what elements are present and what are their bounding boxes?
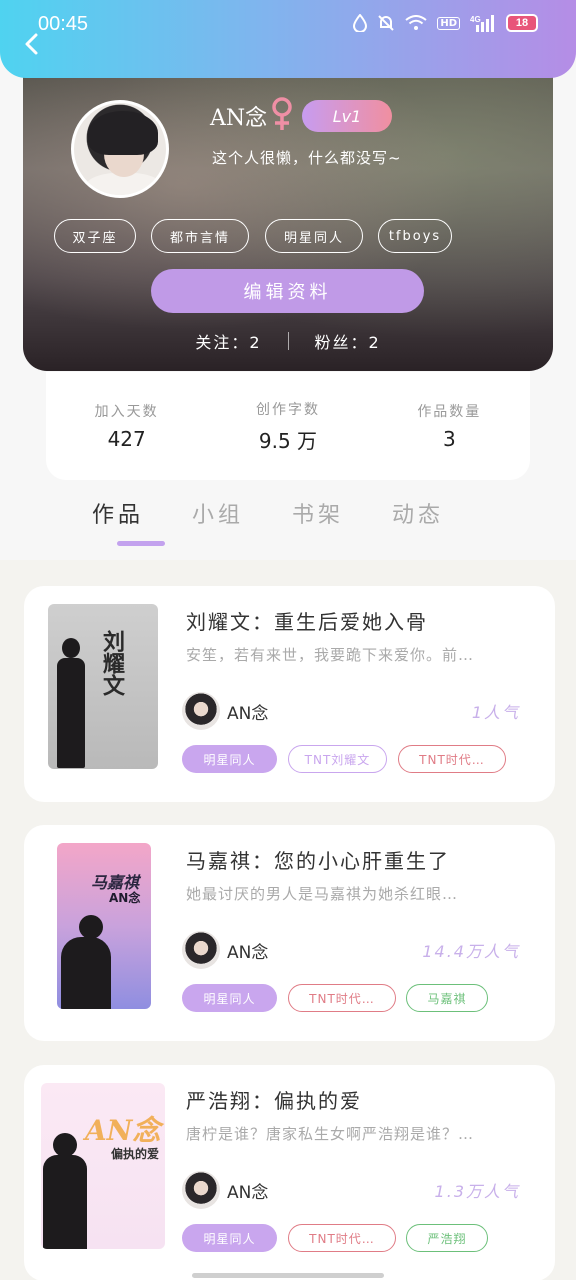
- work-card[interactable]: 刘耀文 刘耀文：重生后爱她入骨 安笙，若有来世，我要跪下来爱你。前… AN念 1…: [24, 586, 555, 802]
- profile-card: AN念 Lv1 这个人很懒，什么都没写~ 双子座 都市言情 明星同人 tfboy…: [23, 60, 553, 371]
- profile-tag[interactable]: 都市言情: [151, 219, 249, 253]
- level-badge: Lv1: [302, 100, 392, 132]
- tab-activity[interactable]: 动态: [392, 497, 442, 547]
- header-bar: 00:45 HD 4G 18: [0, 0, 576, 78]
- work-tag[interactable]: TNT时代…: [398, 745, 506, 773]
- tab-bookshelf[interactable]: 书架: [292, 497, 342, 547]
- follow-stats: 关注：2 粉丝：2: [23, 328, 553, 354]
- work-tag[interactable]: TNT时代…: [288, 984, 396, 1012]
- work-tag[interactable]: 严浩翔: [406, 1224, 488, 1252]
- cover-subtitle: 偏执的爱: [111, 1147, 160, 1161]
- mute-bell-icon: [378, 15, 395, 31]
- work-description: 唐柠是谁？唐家私生女啊严浩翔是谁？…: [186, 1125, 475, 1143]
- work-tag[interactable]: 明星同人: [182, 745, 277, 773]
- signal-label: 4G: [470, 15, 481, 24]
- profile-username: AN念: [210, 106, 268, 131]
- wifi-icon: [405, 15, 427, 30]
- cover-title: AN念: [85, 1114, 161, 1147]
- author-avatar: [182, 1171, 220, 1209]
- profile-tag[interactable]: tfboys: [378, 219, 452, 253]
- work-cover[interactable]: 刘耀文: [48, 604, 158, 769]
- work-tag[interactable]: 明星同人: [182, 1224, 277, 1252]
- female-gender-icon: [272, 97, 292, 130]
- work-card[interactable]: 马嘉祺 AN念 马嘉祺：您的小心肝重生了 她最讨厌的男人是马嘉祺为她杀红眼… A…: [24, 825, 555, 1041]
- work-tag[interactable]: 马嘉祺: [406, 984, 488, 1012]
- edit-profile-button[interactable]: 编辑资料: [151, 269, 424, 313]
- cell-signal-icon: 4G: [470, 15, 494, 32]
- author-avatar: [182, 692, 220, 730]
- profile-avatar[interactable]: [71, 100, 169, 198]
- work-description: 她最讨厌的男人是马嘉祺为她杀红眼…: [186, 885, 459, 903]
- stat-value: 427: [107, 427, 146, 451]
- popularity-count: 14.4万人气: [422, 942, 520, 961]
- content-tabs: 作品 小组 书架 动态: [92, 497, 492, 547]
- author-name: AN念: [227, 943, 269, 963]
- cover-subtitle: AN念: [109, 891, 141, 905]
- profile-tag[interactable]: 明星同人: [265, 219, 363, 253]
- following-count[interactable]: 关注：2: [195, 329, 261, 353]
- followers-count[interactable]: 粉丝：2: [315, 329, 381, 353]
- author-name: AN念: [227, 1183, 269, 1203]
- stat-label: 作品数量: [417, 404, 482, 420]
- work-tag[interactable]: 明星同人: [182, 984, 277, 1012]
- active-tab-indicator: [117, 541, 165, 546]
- stat-join-days: 加入天数 427: [52, 401, 202, 451]
- work-title[interactable]: 马嘉祺：您的小心肝重生了: [186, 845, 450, 874]
- stat-work-count: 作品数量 3: [374, 401, 524, 451]
- stat-label: 加入天数: [94, 404, 159, 420]
- tab-works[interactable]: 作品: [92, 497, 142, 547]
- profile-bio: 这个人很懒，什么都没写~: [212, 149, 402, 167]
- work-title[interactable]: 刘耀文：重生后爱她入骨: [186, 606, 428, 635]
- author-avatar: [182, 931, 220, 969]
- work-cover[interactable]: 马嘉祺 AN念: [57, 843, 151, 1009]
- tab-groups[interactable]: 小组: [192, 497, 242, 547]
- profile-tags: 双子座 都市言情 明星同人 tfboys: [54, 219, 524, 253]
- cover-title: 刘耀文: [99, 630, 125, 696]
- work-tag[interactable]: TNT时代…: [288, 1224, 396, 1252]
- popularity-count: 1人气: [471, 703, 520, 722]
- hd-label: HD: [437, 16, 460, 30]
- stat-word-count: 创作字数 9.5 万: [213, 399, 363, 454]
- work-description: 安笙，若有来世，我要跪下来爱你。前…: [186, 646, 475, 664]
- divider: [287, 332, 289, 350]
- profile-tag[interactable]: 双子座: [54, 219, 136, 253]
- stat-label: 创作字数: [255, 401, 320, 418]
- back-arrow-icon[interactable]: [18, 30, 46, 58]
- status-icons: HD 4G 18: [353, 14, 538, 32]
- stats-card: 加入天数 427 创作字数 9.5 万 作品数量 3: [46, 372, 530, 480]
- stat-value: 9.5 万: [258, 428, 318, 453]
- work-cover[interactable]: AN念 偏执的爱: [41, 1083, 165, 1249]
- home-indicator[interactable]: [192, 1273, 384, 1278]
- author-name: AN念: [227, 704, 269, 724]
- water-drop-icon: [353, 14, 368, 32]
- work-tag[interactable]: TNT刘耀文: [288, 745, 387, 773]
- battery-icon: 18: [506, 14, 538, 32]
- stat-value: 3: [442, 427, 456, 451]
- work-card[interactable]: AN念 偏执的爱 严浩翔：偏执的爱 唐柠是谁？唐家私生女啊严浩翔是谁？… AN念…: [24, 1065, 555, 1280]
- work-title[interactable]: 严浩翔：偏执的爱: [186, 1085, 362, 1114]
- popularity-count: 1.3万人气: [434, 1182, 520, 1201]
